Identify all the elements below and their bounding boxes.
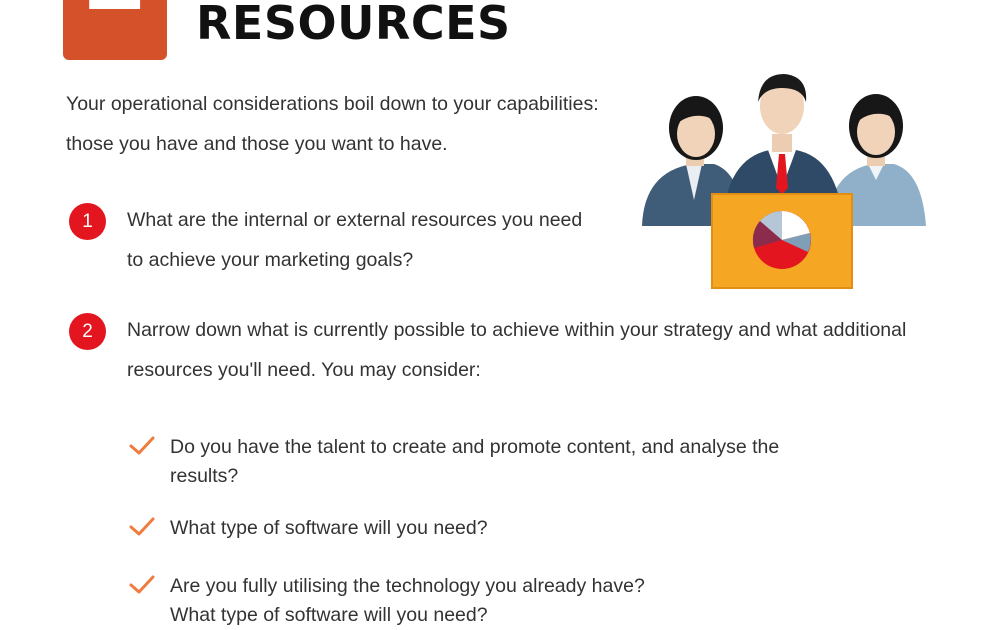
- intro-paragraph: Your operational considerations boil dow…: [66, 93, 599, 155]
- page-title: RESOURCES: [196, 0, 511, 50]
- checklist-text: Are you fully utilising the technology y…: [170, 575, 645, 626]
- checklist-text: Do you have the talent to create and pro…: [170, 436, 780, 487]
- checkmark-icon: [129, 517, 155, 536]
- checklist-text: What type of software will you need?: [170, 517, 488, 539]
- section-number-badge: 2: [63, 0, 167, 60]
- step-number-badge: 1: [69, 203, 106, 240]
- step-text: What are the internal or external resour…: [127, 209, 583, 271]
- section-number: 2: [63, 0, 167, 24]
- step-number-badge: 2: [69, 313, 106, 350]
- team-presentation-illustration: [630, 68, 940, 298]
- checkmark-icon: [129, 575, 155, 594]
- team-presentation-icon: [642, 74, 926, 289]
- checkmark-icon: [129, 436, 155, 455]
- step-text: Narrow down what is currently possible t…: [127, 319, 907, 381]
